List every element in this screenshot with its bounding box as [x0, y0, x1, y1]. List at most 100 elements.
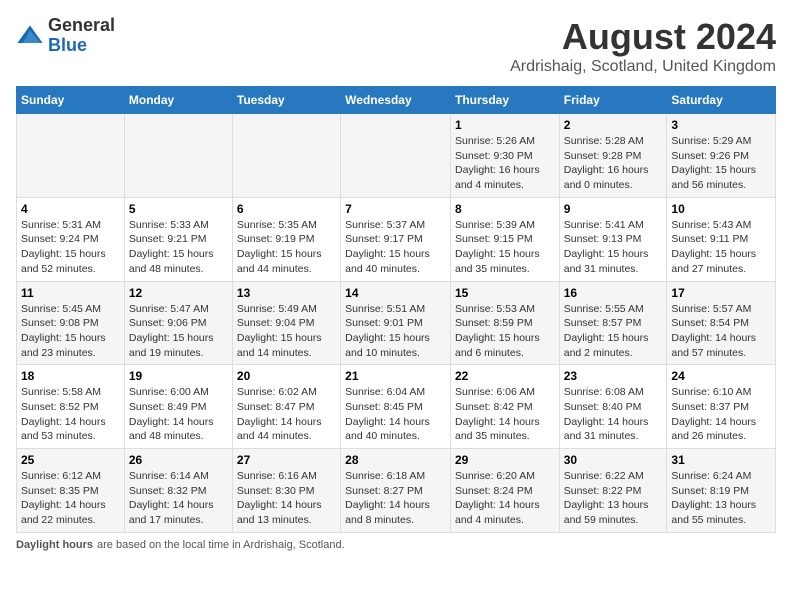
cell-details: Sunrise: 5:29 AMSunset: 9:26 PMDaylight:…: [671, 134, 771, 193]
calendar-cell: 14 Sunrise: 5:51 AMSunset: 9:01 PMDayligh…: [341, 281, 451, 365]
day-number: 21: [345, 369, 446, 383]
day-number: 27: [237, 453, 336, 467]
day-number: 8: [455, 202, 555, 216]
day-number: 26: [129, 453, 228, 467]
cell-details: Sunrise: 5:26 AMSunset: 9:30 PMDaylight:…: [455, 134, 555, 193]
day-number: 22: [455, 369, 555, 383]
cell-details: Sunrise: 6:24 AMSunset: 8:19 PMDaylight:…: [671, 469, 771, 528]
calendar-cell: 20 Sunrise: 6:02 AMSunset: 8:47 PMDayligh…: [232, 365, 340, 449]
calendar-cell: 5 Sunrise: 5:33 AMSunset: 9:21 PMDaylight…: [124, 197, 232, 281]
footer: Daylight hours are based on the local ti…: [16, 539, 776, 551]
calendar-cell: 31 Sunrise: 6:24 AMSunset: 8:19 PMDayligh…: [667, 449, 776, 533]
cell-details: Sunrise: 6:18 AMSunset: 8:27 PMDaylight:…: [345, 469, 446, 528]
cell-details: Sunrise: 5:45 AMSunset: 9:08 PMDaylight:…: [21, 302, 120, 361]
day-number: 29: [455, 453, 555, 467]
calendar-cell: 30 Sunrise: 6:22 AMSunset: 8:22 PMDayligh…: [559, 449, 667, 533]
day-number: 24: [671, 369, 771, 383]
cell-details: Sunrise: 6:04 AMSunset: 8:45 PMDaylight:…: [345, 385, 446, 444]
cell-details: Sunrise: 6:06 AMSunset: 8:42 PMDaylight:…: [455, 385, 555, 444]
cell-details: Sunrise: 5:55 AMSunset: 8:57 PMDaylight:…: [564, 302, 663, 361]
calendar-cell: 8Sunrise: 5:39 AMSunset: 9:15 PMDaylight…: [450, 197, 559, 281]
day-number: 20: [237, 369, 336, 383]
day-number: 25: [21, 453, 120, 467]
day-number: 2: [564, 118, 663, 132]
calendar-cell: 27Sunrise: 6:16 AMSunset: 8:30 PMDayligh…: [232, 449, 340, 533]
calendar-cell: [124, 114, 232, 198]
calendar-cell: 10 Sunrise: 5:43 AMSunset: 9:11 PMDayligh…: [667, 197, 776, 281]
calendar-cell: 21 Sunrise: 6:04 AMSunset: 8:45 PMDayligh…: [341, 365, 451, 449]
header: General Blue August 2024 Ardrishaig, Sco…: [16, 16, 776, 76]
day-number: 4: [21, 202, 120, 216]
cell-details: Sunrise: 5:57 AMSunset: 8:54 PMDaylight:…: [671, 302, 771, 361]
calendar-cell: 25 Sunrise: 6:12 AMSunset: 8:35 PMDayligh…: [17, 449, 125, 533]
col-thursday: Thursday: [450, 87, 559, 114]
calendar-header: Sunday Monday Tuesday Wednesday Thursday…: [17, 87, 776, 114]
day-number: 31: [671, 453, 771, 467]
title-section: August 2024 Ardrishaig, Scotland, United…: [510, 16, 776, 76]
cell-details: Sunrise: 5:31 AMSunset: 9:24 PMDaylight:…: [21, 218, 120, 277]
day-number: 3: [671, 118, 771, 132]
day-number: 15: [455, 286, 555, 300]
calendar-cell: 28 Sunrise: 6:18 AMSunset: 8:27 PMDayligh…: [341, 449, 451, 533]
calendar-cell: 12Sunrise: 5:47 AMSunset: 9:06 PMDayligh…: [124, 281, 232, 365]
calendar-cell: 15Sunrise: 5:53 AMSunset: 8:59 PMDayligh…: [450, 281, 559, 365]
col-friday: Friday: [559, 87, 667, 114]
calendar-cell: 3 Sunrise: 5:29 AMSunset: 9:26 PMDaylight…: [667, 114, 776, 198]
calendar-row-2: 11 Sunrise: 5:45 AMSunset: 9:08 PMDayligh…: [17, 281, 776, 365]
cell-details: Sunrise: 6:00 AMSunset: 8:49 PMDaylight:…: [129, 385, 228, 444]
day-number: 23: [564, 369, 663, 383]
footer-label: Daylight hours: [16, 539, 93, 551]
day-number: 5: [129, 202, 228, 216]
calendar-cell: 6 Sunrise: 5:35 AMSunset: 9:19 PMDaylight…: [232, 197, 340, 281]
cell-details: Sunrise: 6:22 AMSunset: 8:22 PMDaylight:…: [564, 469, 663, 528]
cell-details: Sunrise: 5:35 AMSunset: 9:19 PMDaylight:…: [237, 218, 336, 277]
day-number: 30: [564, 453, 663, 467]
calendar-row-3: 18 Sunrise: 5:58 AMSunset: 8:52 PMDayligh…: [17, 365, 776, 449]
day-number: 6: [237, 202, 336, 216]
day-number: 1: [455, 118, 555, 132]
calendar-cell: 13 Sunrise: 5:49 AMSunset: 9:04 PMDayligh…: [232, 281, 340, 365]
calendar-cell: 7Sunrise: 5:37 AMSunset: 9:17 PMDaylight…: [341, 197, 451, 281]
main-title: August 2024: [510, 16, 776, 58]
logo-text: General Blue: [48, 16, 115, 56]
cell-details: Sunrise: 5:47 AMSunset: 9:06 PMDaylight:…: [129, 302, 228, 361]
cell-details: Sunrise: 5:37 AMSunset: 9:17 PMDaylight:…: [345, 218, 446, 277]
cell-details: Sunrise: 5:51 AMSunset: 9:01 PMDaylight:…: [345, 302, 446, 361]
calendar-cell: 4 Sunrise: 5:31 AMSunset: 9:24 PMDaylight…: [17, 197, 125, 281]
cell-details: Sunrise: 6:02 AMSunset: 8:47 PMDaylight:…: [237, 385, 336, 444]
cell-details: Sunrise: 5:33 AMSunset: 9:21 PMDaylight:…: [129, 218, 228, 277]
logo-general: General: [48, 16, 115, 36]
day-number: 13: [237, 286, 336, 300]
calendar-cell: 11 Sunrise: 5:45 AMSunset: 9:08 PMDayligh…: [17, 281, 125, 365]
calendar-row-1: 4 Sunrise: 5:31 AMSunset: 9:24 PMDaylight…: [17, 197, 776, 281]
calendar-cell: 26 Sunrise: 6:14 AMSunset: 8:32 PMDayligh…: [124, 449, 232, 533]
day-number: 10: [671, 202, 771, 216]
calendar-cell: 22 Sunrise: 6:06 AMSunset: 8:42 PMDayligh…: [450, 365, 559, 449]
cell-details: Sunrise: 6:14 AMSunset: 8:32 PMDaylight:…: [129, 469, 228, 528]
cell-details: Sunrise: 5:41 AMSunset: 9:13 PMDaylight:…: [564, 218, 663, 277]
day-number: 18: [21, 369, 120, 383]
cell-details: Sunrise: 5:28 AMSunset: 9:28 PMDaylight:…: [564, 134, 663, 193]
calendar-cell: 29Sunrise: 6:20 AMSunset: 8:24 PMDayligh…: [450, 449, 559, 533]
calendar-cell: 19 Sunrise: 6:00 AMSunset: 8:49 PMDayligh…: [124, 365, 232, 449]
calendar-cell: [17, 114, 125, 198]
day-number: 19: [129, 369, 228, 383]
calendar-cell: 23Sunrise: 6:08 AMSunset: 8:40 PMDayligh…: [559, 365, 667, 449]
cell-details: Sunrise: 5:49 AMSunset: 9:04 PMDaylight:…: [237, 302, 336, 361]
calendar-cell: 18 Sunrise: 5:58 AMSunset: 8:52 PMDayligh…: [17, 365, 125, 449]
logo-blue: Blue: [48, 36, 115, 56]
calendar-row-4: 25 Sunrise: 6:12 AMSunset: 8:35 PMDayligh…: [17, 449, 776, 533]
col-tuesday: Tuesday: [232, 87, 340, 114]
calendar-cell: 17Sunrise: 5:57 AMSunset: 8:54 PMDayligh…: [667, 281, 776, 365]
footer-text: are based on the local time in Ardrishai…: [97, 539, 345, 551]
day-number: 28: [345, 453, 446, 467]
cell-details: Sunrise: 5:58 AMSunset: 8:52 PMDaylight:…: [21, 385, 120, 444]
col-monday: Monday: [124, 87, 232, 114]
cell-details: Sunrise: 6:12 AMSunset: 8:35 PMDaylight:…: [21, 469, 120, 528]
day-number: 11: [21, 286, 120, 300]
calendar-cell: 2 Sunrise: 5:28 AMSunset: 9:28 PMDaylight…: [559, 114, 667, 198]
cell-details: Sunrise: 5:43 AMSunset: 9:11 PMDaylight:…: [671, 218, 771, 277]
day-number: 14: [345, 286, 446, 300]
calendar-cell: [341, 114, 451, 198]
calendar-cell: 1 Sunrise: 5:26 AMSunset: 9:30 PMDaylight…: [450, 114, 559, 198]
